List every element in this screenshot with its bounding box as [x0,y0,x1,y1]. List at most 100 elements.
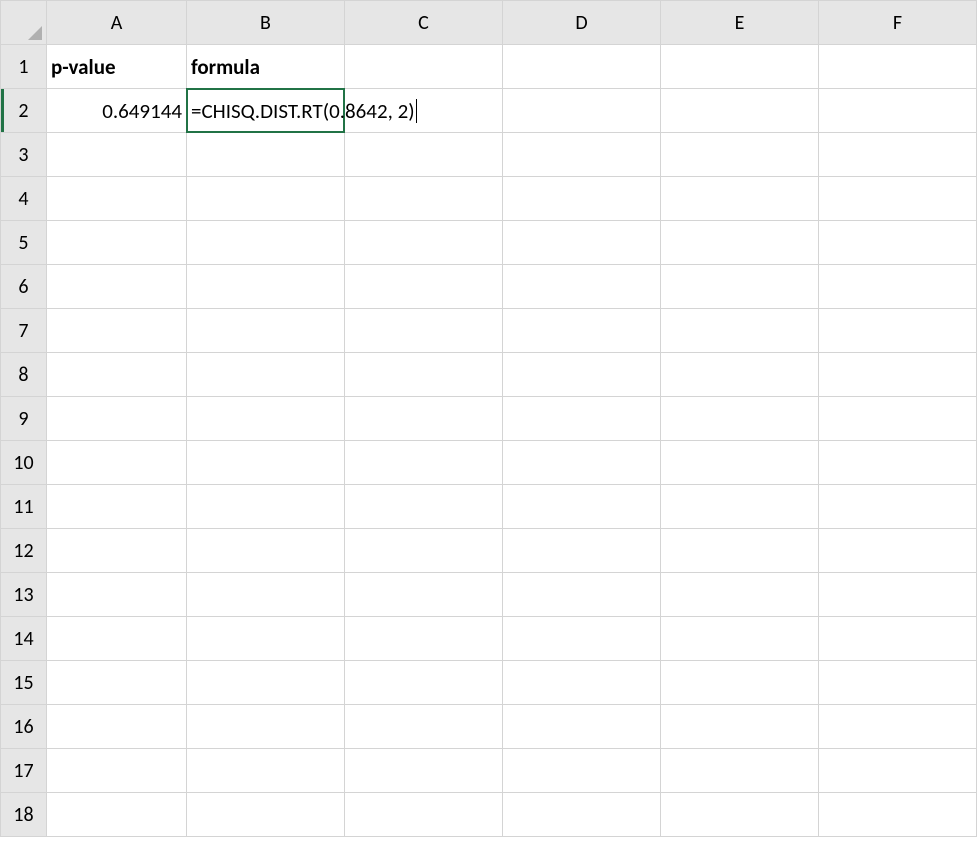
cell-F11[interactable] [819,485,977,529]
cell-E6[interactable] [661,265,819,309]
cell-C16[interactable] [345,705,503,749]
cell-F14[interactable] [819,617,977,661]
cell-F8[interactable] [819,353,977,397]
cell-E5[interactable] [661,221,819,265]
cell-A6[interactable] [47,265,187,309]
row-header-15[interactable]: 15 [1,661,47,705]
cell-A1[interactable]: p-value [47,45,187,89]
cell-A11[interactable] [47,485,187,529]
cell-D3[interactable] [503,133,661,177]
cell-B3[interactable] [187,133,345,177]
cell-A17[interactable] [47,749,187,793]
cell-C8[interactable] [345,353,503,397]
cell-D15[interactable] [503,661,661,705]
cell-D13[interactable] [503,573,661,617]
cell-A12[interactable] [47,529,187,573]
cell-F2[interactable] [819,89,977,133]
cell-C17[interactable] [345,749,503,793]
cell-E11[interactable] [661,485,819,529]
cell-C10[interactable] [345,441,503,485]
cell-A15[interactable] [47,661,187,705]
cell-A18[interactable] [47,793,187,837]
column-header-D[interactable]: D [503,1,661,45]
cell-E16[interactable] [661,705,819,749]
spreadsheet-grid[interactable]: A B C D E F 1 p-value formula 2 0.649144… [0,0,977,837]
cell-D2[interactable] [503,89,661,133]
cell-C6[interactable] [345,265,503,309]
cell-D9[interactable] [503,397,661,441]
cell-F10[interactable] [819,441,977,485]
cell-F13[interactable] [819,573,977,617]
cell-F7[interactable] [819,309,977,353]
cell-B10[interactable] [187,441,345,485]
cell-B8[interactable] [187,353,345,397]
cell-E14[interactable] [661,617,819,661]
cell-A4[interactable] [47,177,187,221]
cell-E18[interactable] [661,793,819,837]
cell-E8[interactable] [661,353,819,397]
cell-B5[interactable] [187,221,345,265]
cell-B16[interactable] [187,705,345,749]
cell-B2[interactable]: =CHISQ.DIST.RT(0.8642, 2) [187,89,345,133]
cell-E12[interactable] [661,529,819,573]
row-header-18[interactable]: 18 [1,793,47,837]
cell-D6[interactable] [503,265,661,309]
cell-D16[interactable] [503,705,661,749]
cell-B9[interactable] [187,397,345,441]
row-header-16[interactable]: 16 [1,705,47,749]
cell-D4[interactable] [503,177,661,221]
cell-D17[interactable] [503,749,661,793]
cell-B15[interactable] [187,661,345,705]
row-header-2[interactable]: 2 [1,89,47,133]
cell-C4[interactable] [345,177,503,221]
cell-E10[interactable] [661,441,819,485]
column-header-A[interactable]: A [47,1,187,45]
cell-A3[interactable] [47,133,187,177]
cell-B7[interactable] [187,309,345,353]
column-header-C[interactable]: C [345,1,503,45]
cell-A7[interactable] [47,309,187,353]
cell-B12[interactable] [187,529,345,573]
cell-B14[interactable] [187,617,345,661]
cell-F4[interactable] [819,177,977,221]
cell-A2[interactable]: 0.649144 [47,89,187,133]
row-header-17[interactable]: 17 [1,749,47,793]
cell-E9[interactable] [661,397,819,441]
cell-B18[interactable] [187,793,345,837]
cell-B6[interactable] [187,265,345,309]
row-header-6[interactable]: 6 [1,265,47,309]
cell-B17[interactable] [187,749,345,793]
cell-B13[interactable] [187,573,345,617]
cell-E1[interactable] [661,45,819,89]
select-all-corner[interactable] [1,1,47,45]
cell-C13[interactable] [345,573,503,617]
cell-D11[interactable] [503,485,661,529]
cell-F9[interactable] [819,397,977,441]
cell-F3[interactable] [819,133,977,177]
formula-edit-text[interactable]: =CHISQ.DIST.RT(0.8642, 2) [187,89,421,132]
column-header-B[interactable]: B [187,1,345,45]
cell-F5[interactable] [819,221,977,265]
cell-F12[interactable] [819,529,977,573]
cell-F6[interactable] [819,265,977,309]
cell-E17[interactable] [661,749,819,793]
row-header-7[interactable]: 7 [1,309,47,353]
cell-E2[interactable] [661,89,819,133]
cell-D5[interactable] [503,221,661,265]
cell-C5[interactable] [345,221,503,265]
cell-D12[interactable] [503,529,661,573]
cell-C18[interactable] [345,793,503,837]
cell-F16[interactable] [819,705,977,749]
cell-E7[interactable] [661,309,819,353]
row-header-13[interactable]: 13 [1,573,47,617]
cell-A5[interactable] [47,221,187,265]
row-header-14[interactable]: 14 [1,617,47,661]
cell-E4[interactable] [661,177,819,221]
cell-A16[interactable] [47,705,187,749]
row-header-9[interactable]: 9 [1,397,47,441]
cell-C12[interactable] [345,529,503,573]
cell-C11[interactable] [345,485,503,529]
cell-C14[interactable] [345,617,503,661]
cell-F17[interactable] [819,749,977,793]
row-header-12[interactable]: 12 [1,529,47,573]
